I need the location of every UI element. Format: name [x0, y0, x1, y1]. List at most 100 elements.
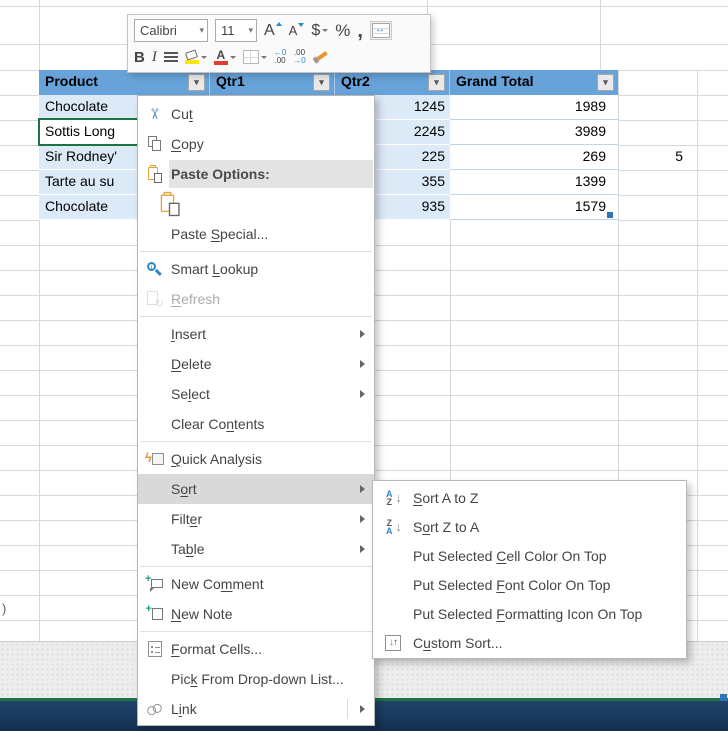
chevron-down-icon[interactable]: ▾ — [248, 25, 253, 36]
menu-item-label: New Comment — [171, 576, 264, 592]
cell-grand_total-1[interactable]: 3989 — [450, 120, 618, 145]
sheet-gridline — [600, 0, 601, 70]
font-name-combo[interactable]: Calibri ▾ — [134, 19, 208, 42]
menu-separator — [140, 631, 372, 632]
menu-item-label: Clear Contents — [171, 416, 264, 432]
submenu-arrow-icon — [360, 485, 365, 493]
header-cell-qtr2[interactable]: Qtr2 ▾ — [335, 70, 450, 95]
menu-item-label: Paste Special... — [171, 226, 268, 242]
sheet-gridline — [618, 145, 728, 146]
format-as-table-button[interactable]: ↔ — [370, 21, 392, 40]
menu-item-label: Copy — [171, 136, 204, 152]
increase-decimal-icon: .00 →0 — [293, 49, 305, 65]
menu-item-label: Custom Sort... — [413, 635, 503, 651]
chevron-down-icon[interactable] — [322, 29, 328, 32]
bold-button[interactable]: B — [134, 49, 145, 66]
chevron-down-icon[interactable] — [261, 56, 267, 59]
menu-item-sort-z-to-a[interactable]: ZA↓Sort Z to A — [373, 512, 686, 541]
submenu-arrow-icon — [360, 515, 365, 523]
menu-item-font-color-on-top[interactable]: Put Selected Font Color On Top — [373, 570, 686, 599]
increase-font-size-button[interactable]: A — [264, 22, 282, 40]
format-as-table-icon: ↔ — [372, 23, 390, 38]
table-resize-handle[interactable] — [607, 212, 613, 218]
filter-button-qtr1[interactable]: ▾ — [313, 74, 330, 91]
clipboard-large-icon — [161, 193, 179, 215]
context-menu: ✂Cut Copy Paste Options: Paste Special... iS… — [137, 95, 375, 726]
cell-grand_total-0[interactable]: 1989 — [450, 95, 618, 120]
menu-item-label: Link — [171, 701, 197, 717]
menu-item-cut[interactable]: ✂Cut — [138, 99, 374, 129]
chevron-down-icon[interactable]: ▾ — [199, 25, 204, 36]
menu-item-new-comment[interactable]: + New Comment — [138, 569, 374, 599]
menu-item-label: Paste Options: — [171, 166, 270, 182]
menu-item-paste-swatch[interactable] — [138, 189, 374, 219]
percent-style-button[interactable]: % — [335, 21, 350, 41]
cell-grand_total-2[interactable]: 269 — [450, 145, 618, 170]
filter-button-grand-total[interactable]: ▾ — [597, 74, 614, 91]
header-cell-grand-total[interactable]: Grand Total▾ — [450, 70, 618, 95]
font-size-combo[interactable]: 11 ▾ — [215, 19, 257, 42]
menu-item-link[interactable]: Link — [138, 694, 374, 724]
menu-separator — [140, 251, 372, 252]
font-color-button[interactable]: A — [214, 50, 236, 65]
decrease-font-size-button[interactable]: A — [289, 23, 305, 38]
sheet-gridline — [618, 120, 728, 121]
fill-color-button[interactable] — [185, 51, 207, 64]
submenu-arrow-icon — [360, 330, 365, 338]
copy-icon — [147, 136, 163, 152]
menu-item-label: Put Selected Font Color On Top — [413, 577, 610, 593]
menu-item-pick-from-list[interactable]: Pick From Drop-down List... — [138, 664, 374, 694]
center-align-button[interactable] — [164, 52, 178, 62]
menu-item-sort-a-to-z[interactable]: AZ↓Sort A to Z — [373, 483, 686, 512]
quick-analysis-icon: ϟ — [145, 452, 164, 466]
increase-decimal-button[interactable]: .00 →0 — [293, 49, 305, 65]
chevron-down-icon[interactable] — [230, 56, 236, 59]
header-label: Qtr2 — [341, 73, 370, 89]
cell-grand_total-4[interactable]: 1579 — [450, 195, 618, 220]
menu-item-insert[interactable]: Insert — [138, 319, 374, 349]
overflow-text: ) — [2, 601, 6, 616]
menu-item-custom-sort[interactable]: ↓↑ Custom Sort... — [373, 628, 686, 657]
link-icon — [145, 701, 165, 718]
menu-item-formatting-icon-on-top[interactable]: Put Selected Formatting Icon On Top — [373, 599, 686, 628]
header-cell-qtr1[interactable]: Qtr1▾ — [210, 70, 335, 95]
az-down-icon: AZ↓ — [384, 490, 402, 506]
menu-item-paste-special[interactable]: Paste Special... — [138, 219, 374, 249]
format-painter-button[interactable] — [313, 54, 328, 60]
align-lines-icon — [164, 52, 178, 54]
sheet-gridline — [0, 220, 39, 221]
comment-plus-icon: + — [146, 577, 163, 591]
decrease-decimal-button[interactable]: ←0 .00 — [274, 49, 286, 65]
sheet-gridline — [618, 195, 728, 196]
header-cell-product[interactable]: Product▾ — [39, 70, 210, 95]
menu-item-filter[interactable]: Filter — [138, 504, 374, 534]
menu-item-refresh: ↻Refresh — [138, 284, 374, 314]
menu-item-sort[interactable]: Sort — [138, 474, 374, 504]
menu-item-quick-analysis[interactable]: ϟQuick Analysis — [138, 444, 374, 474]
menu-item-table[interactable]: Table — [138, 534, 374, 564]
menu-item-copy[interactable]: Copy — [138, 129, 374, 159]
menu-item-cell-color-on-top[interactable]: Put Selected Cell Color On Top — [373, 541, 686, 570]
accounting-format-button[interactable]: $ — [311, 22, 328, 40]
font-name-value: Calibri — [140, 23, 195, 38]
filter-button-qtr2[interactable]: ▾ — [428, 74, 445, 91]
format-painter-icon — [312, 50, 328, 64]
menu-item-clear-contents[interactable]: Clear Contents — [138, 409, 374, 439]
cell-grand_total-3[interactable]: 1399 — [450, 170, 618, 195]
menu-item-format-cells[interactable]: Format Cells... — [138, 634, 374, 664]
borders-button[interactable] — [243, 50, 267, 64]
menu-item-label: Sort Z to A — [413, 519, 479, 535]
sheet-gridline — [618, 95, 728, 96]
menu-item-new-note[interactable]: +New Note — [138, 599, 374, 629]
custom-sort-icon: ↓↑ — [385, 635, 401, 651]
filter-button-product[interactable]: ▾ — [188, 74, 205, 91]
menu-item-smart-lookup[interactable]: iSmart Lookup — [138, 254, 374, 284]
chevron-down-icon[interactable] — [201, 56, 207, 59]
menu-item-delete[interactable]: Delete — [138, 349, 374, 379]
menu-item-select[interactable]: Select — [138, 379, 374, 409]
sheet-gridline — [0, 6, 728, 7]
italic-button[interactable]: I — [152, 49, 157, 66]
caret-up-icon — [276, 22, 282, 26]
menu-item-paste-options[interactable]: Paste Options: — [138, 159, 374, 189]
comma-style-button[interactable]: , — [357, 24, 363, 38]
